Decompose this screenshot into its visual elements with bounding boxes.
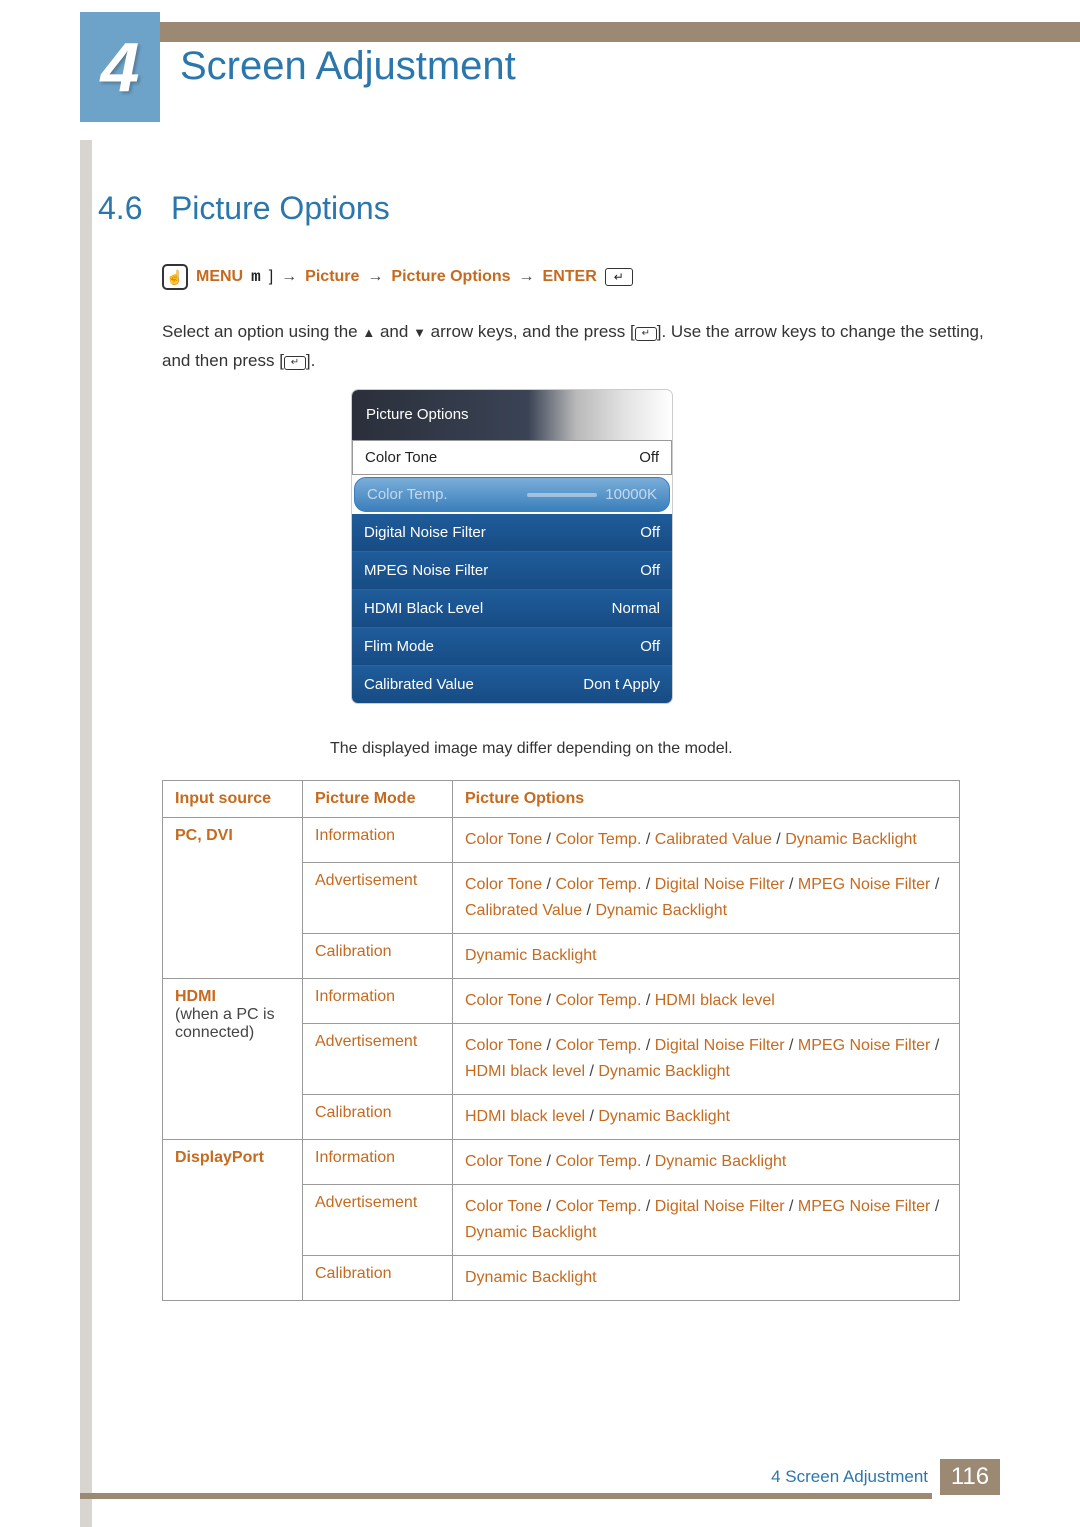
menu-path: ☝ MENU m ] → Picture → Picture Options →… bbox=[162, 264, 633, 290]
text: and bbox=[375, 322, 413, 341]
crumb-picture-options: Picture Options bbox=[391, 268, 510, 286]
osd-row-value: Off bbox=[640, 562, 660, 579]
image-caption: The displayed image may differ depending… bbox=[330, 740, 733, 758]
left-margin-strip bbox=[80, 140, 92, 1527]
page: 4 Screen Adjustment 4.6 Picture Options … bbox=[0, 0, 1080, 1527]
osd-row-label: Calibrated Value bbox=[364, 676, 474, 693]
input-source-name: PC, DVI bbox=[175, 827, 290, 845]
menu-label: MENU bbox=[196, 268, 243, 286]
enter-icon: ↵ bbox=[284, 356, 306, 370]
arrow-icon: → bbox=[367, 268, 383, 286]
section-heading: 4.6 Picture Options bbox=[98, 190, 390, 227]
input-source-note: (when a PC is connected) bbox=[175, 1006, 290, 1042]
picture-options-table: Input source Picture Mode Picture Option… bbox=[162, 780, 960, 1301]
osd-row: Calibrated Value Don t Apply bbox=[352, 665, 672, 703]
cell-picture-mode: Advertisement bbox=[303, 1024, 453, 1095]
osd-row-value: Normal bbox=[612, 600, 660, 617]
cell-picture-mode: Calibration bbox=[303, 934, 453, 979]
footer-accent bbox=[80, 1493, 932, 1499]
osd-row: Flim Mode Off bbox=[352, 627, 672, 665]
cell-picture-mode: Information bbox=[303, 979, 453, 1024]
osd-row: HDMI Black Level Normal bbox=[352, 589, 672, 627]
arrow-icon: → bbox=[519, 268, 535, 286]
osd-row-value: Don t Apply bbox=[583, 676, 660, 693]
osd-row-label: MPEG Noise Filter bbox=[364, 562, 488, 579]
table-row: PC, DVI InformationColor Tone / Color Tem… bbox=[163, 818, 960, 863]
osd-row-value: Off bbox=[640, 638, 660, 655]
slider-track bbox=[527, 493, 597, 497]
cell-input-source: PC, DVI bbox=[163, 818, 303, 979]
osd-row: Color Temp. 10000K bbox=[354, 477, 670, 512]
th-input-source: Input source bbox=[163, 781, 303, 818]
bracket: ] bbox=[269, 268, 273, 286]
input-source-name: HDMI bbox=[175, 988, 290, 1006]
osd-row-label: Color Temp. bbox=[367, 486, 448, 503]
cell-picture-options: Color Tone / Color Temp. / Digital Noise… bbox=[453, 863, 960, 934]
cell-picture-options: Color Tone / Color Temp. / Dynamic Backl… bbox=[453, 1140, 960, 1185]
osd-row-value: Off bbox=[639, 449, 659, 466]
th-picture-options: Picture Options bbox=[453, 781, 960, 818]
menu-m-icon: m bbox=[251, 268, 261, 286]
cell-picture-mode: Advertisement bbox=[303, 1185, 453, 1256]
cell-picture-mode: Information bbox=[303, 818, 453, 863]
table-row: DisplayPort InformationColor Tone / Color… bbox=[163, 1140, 960, 1185]
cell-input-source: HDMI(when a PC is connected) bbox=[163, 979, 303, 1140]
header-accent bbox=[80, 22, 1080, 42]
cell-picture-options: Dynamic Backlight bbox=[453, 1256, 960, 1301]
osd-row: Digital Noise Filter Off bbox=[352, 514, 672, 551]
chapter-header: 4 Screen Adjustment bbox=[80, 22, 1080, 122]
osd-row: MPEG Noise Filter Off bbox=[352, 551, 672, 589]
cell-picture-mode: Information bbox=[303, 1140, 453, 1185]
cell-picture-mode: Calibration bbox=[303, 1095, 453, 1140]
input-source-name: DisplayPort bbox=[175, 1149, 290, 1167]
chapter-title: Screen Adjustment bbox=[180, 44, 516, 89]
osd-row-value: 10000K bbox=[527, 486, 657, 503]
osd-menu: Picture Options Color Tone Off Color Temp.… bbox=[352, 390, 672, 703]
section-title: Picture Options bbox=[171, 190, 390, 227]
cell-picture-options: Color Tone / Color Temp. / Digital Noise… bbox=[453, 1185, 960, 1256]
cell-picture-options: Dynamic Backlight bbox=[453, 934, 960, 979]
footer: 4 Screen Adjustment 116 bbox=[80, 1459, 1000, 1495]
cell-picture-options: HDMI black level / Dynamic Backlight bbox=[453, 1095, 960, 1140]
cell-picture-options: Color Tone / Color Temp. / Digital Noise… bbox=[453, 1024, 960, 1095]
osd-row-label: Flim Mode bbox=[364, 638, 434, 655]
cell-picture-options: Color Tone / Color Temp. / HDMI black le… bbox=[453, 979, 960, 1024]
down-arrow-icon: ▼ bbox=[413, 325, 426, 340]
instruction-text: Select an option using the ▲ and ▼ arrow… bbox=[162, 318, 1000, 375]
page-number: 116 bbox=[940, 1459, 1000, 1495]
osd-row-value: Off bbox=[640, 524, 660, 541]
th-picture-mode: Picture Mode bbox=[303, 781, 453, 818]
osd-row-label: HDMI Black Level bbox=[364, 600, 483, 617]
osd-row-label: Digital Noise Filter bbox=[364, 524, 486, 541]
osd-row-label: Color Tone bbox=[365, 449, 437, 466]
section-number: 4.6 bbox=[98, 190, 142, 227]
text: Select an option using the bbox=[162, 322, 362, 341]
hand-icon: ☝ bbox=[162, 264, 188, 290]
text: ]. bbox=[306, 351, 315, 370]
crumb-picture: Picture bbox=[305, 268, 359, 286]
text: arrow keys, and the press [ bbox=[426, 322, 635, 341]
enter-icon: ↵ bbox=[605, 268, 633, 286]
enter-icon: ↵ bbox=[635, 327, 657, 341]
cell-picture-options: Color Tone / Color Temp. / Calibrated Va… bbox=[453, 818, 960, 863]
enter-label: ENTER bbox=[543, 268, 597, 286]
cell-input-source: DisplayPort bbox=[163, 1140, 303, 1301]
table-row: HDMI(when a PC is connected)InformationC… bbox=[163, 979, 960, 1024]
cell-picture-mode: Calibration bbox=[303, 1256, 453, 1301]
osd-row: Color Tone Off bbox=[352, 440, 672, 475]
footer-chapter-ref: 4 Screen Adjustment bbox=[771, 1467, 928, 1487]
cell-picture-mode: Advertisement bbox=[303, 863, 453, 934]
osd-title: Picture Options bbox=[352, 390, 672, 440]
chapter-number-badge: 4 bbox=[80, 12, 160, 122]
arrow-icon: → bbox=[281, 268, 297, 286]
up-arrow-icon: ▲ bbox=[362, 325, 375, 340]
